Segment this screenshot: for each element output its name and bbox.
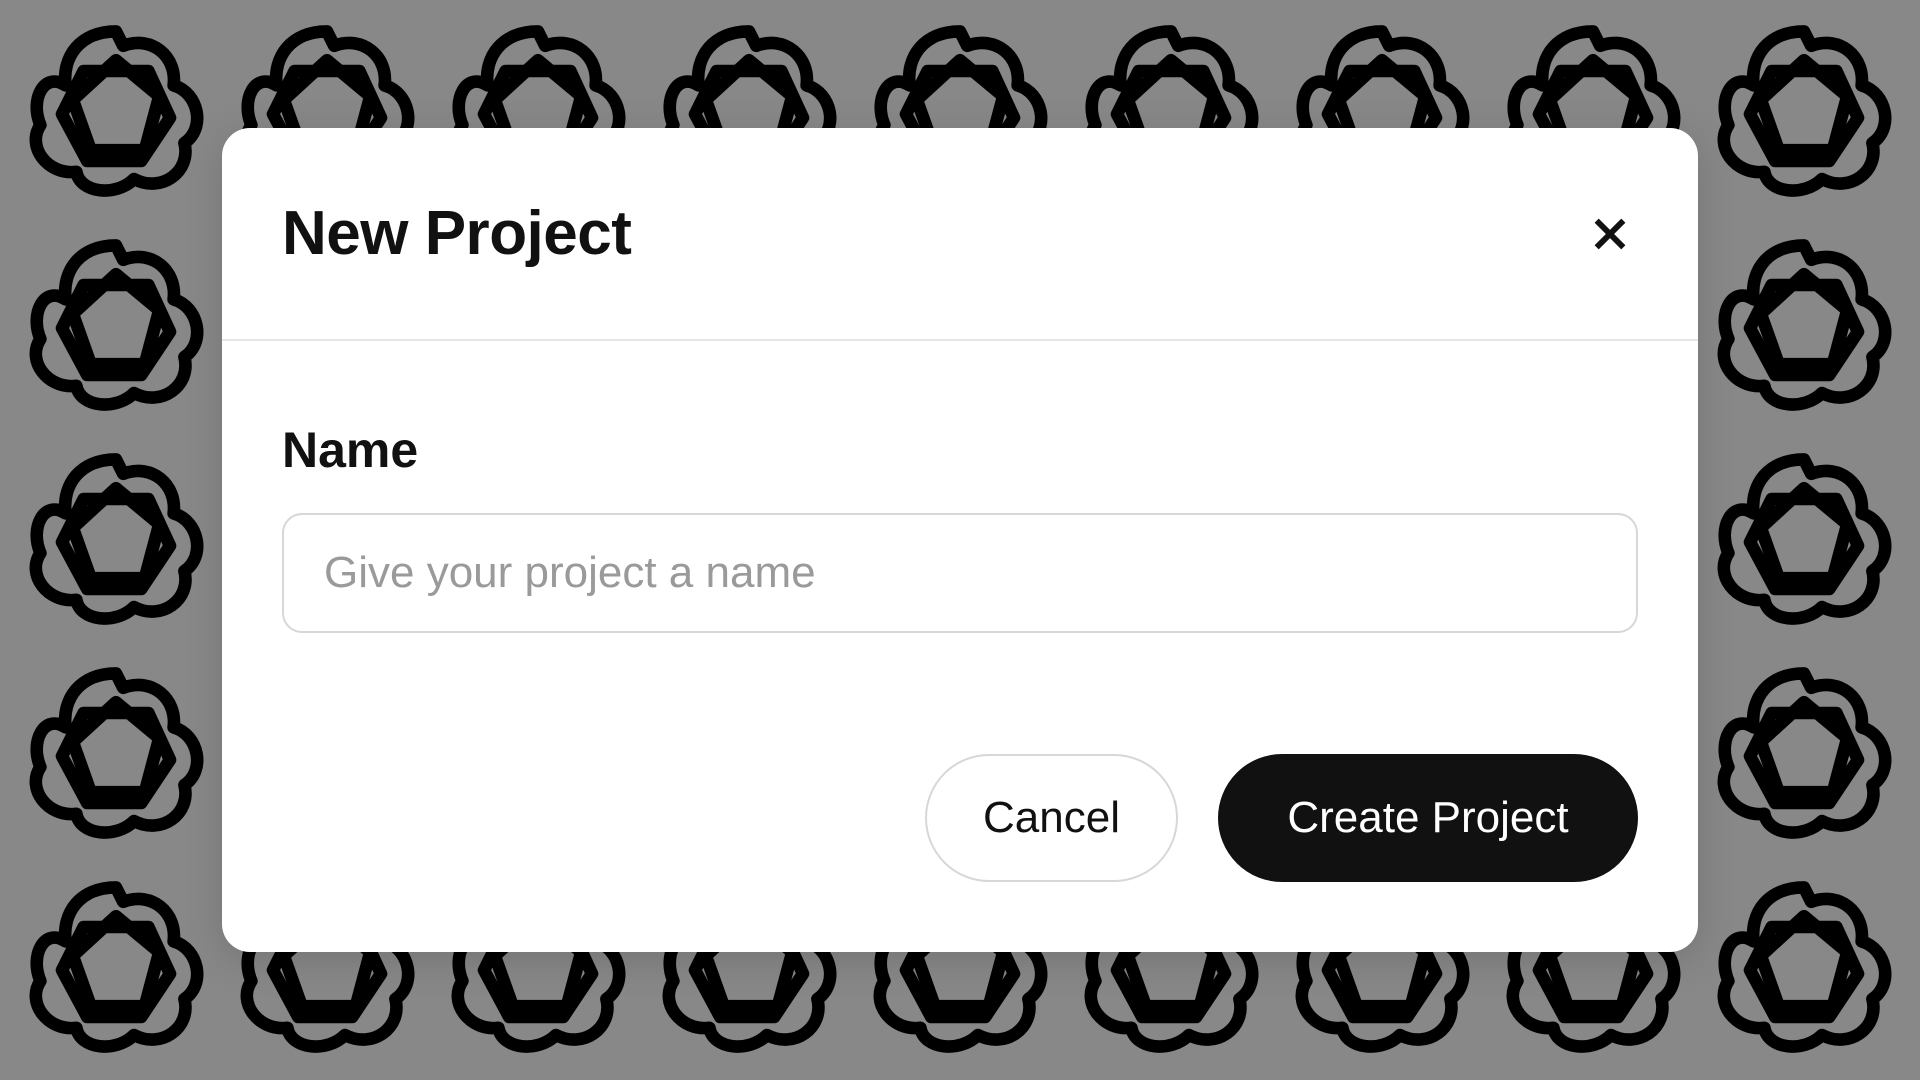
new-project-modal: New Project Name Cancel Create Project	[222, 128, 1698, 952]
cancel-button[interactable]: Cancel	[925, 754, 1178, 882]
cancel-button-label: Cancel	[983, 793, 1120, 843]
modal-title: New Project	[282, 198, 631, 269]
modal-header: New Project	[222, 128, 1698, 341]
modal-body: Name	[222, 341, 1698, 754]
name-field-label: Name	[282, 421, 1638, 479]
create-project-button-label: Create Project	[1287, 793, 1568, 843]
create-project-button[interactable]: Create Project	[1218, 754, 1638, 882]
close-button[interactable]	[1582, 206, 1638, 262]
project-name-input[interactable]	[282, 513, 1638, 633]
modal-footer: Cancel Create Project	[222, 754, 1698, 952]
close-icon	[1590, 214, 1630, 254]
